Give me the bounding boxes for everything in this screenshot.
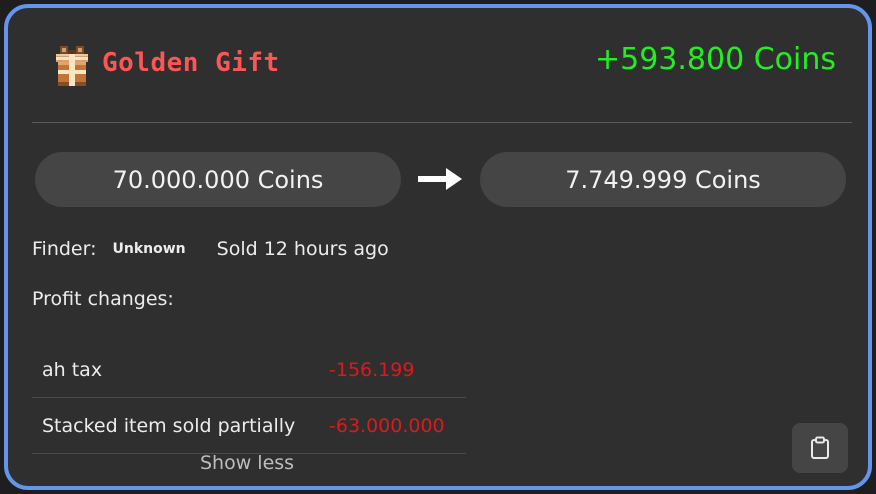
profit-change-value: -156.199 — [329, 358, 415, 381]
gift-icon — [56, 46, 88, 86]
profit-change-label: Stacked item sold partially — [42, 414, 296, 437]
buy-price: 70.000.000 Coins — [35, 152, 401, 207]
header-divider — [32, 122, 852, 123]
finder-name: Unknown — [112, 241, 186, 257]
profit-change-label: ah tax — [42, 358, 103, 381]
item-name: Golden Gift — [102, 48, 280, 78]
profit-change-value: -63.000.000 — [329, 414, 445, 437]
show-less-button[interactable]: Show less — [200, 452, 294, 474]
flip-card: Golden Gift +593.800 Coins 70.000.000 Co… — [4, 4, 872, 490]
arrow-right-icon — [418, 168, 462, 190]
clipboard-icon — [811, 436, 829, 459]
finder-row: Finder: Unknown Sold 12 hours ago — [32, 234, 389, 264]
sold-time: Sold 12 hours ago — [216, 238, 389, 260]
copy-button[interactable] — [792, 423, 848, 473]
finder-label: Finder: — [32, 238, 97, 260]
profit-change-row: ah tax -156.199 — [32, 342, 466, 398]
profit-change-row: Stacked item sold partially -63.000.000 — [32, 398, 466, 454]
sell-price: 7.749.999 Coins — [480, 152, 846, 207]
profit-changes-title: Profit changes: — [32, 288, 174, 310]
profit-amount: +593.800 Coins — [594, 42, 836, 77]
